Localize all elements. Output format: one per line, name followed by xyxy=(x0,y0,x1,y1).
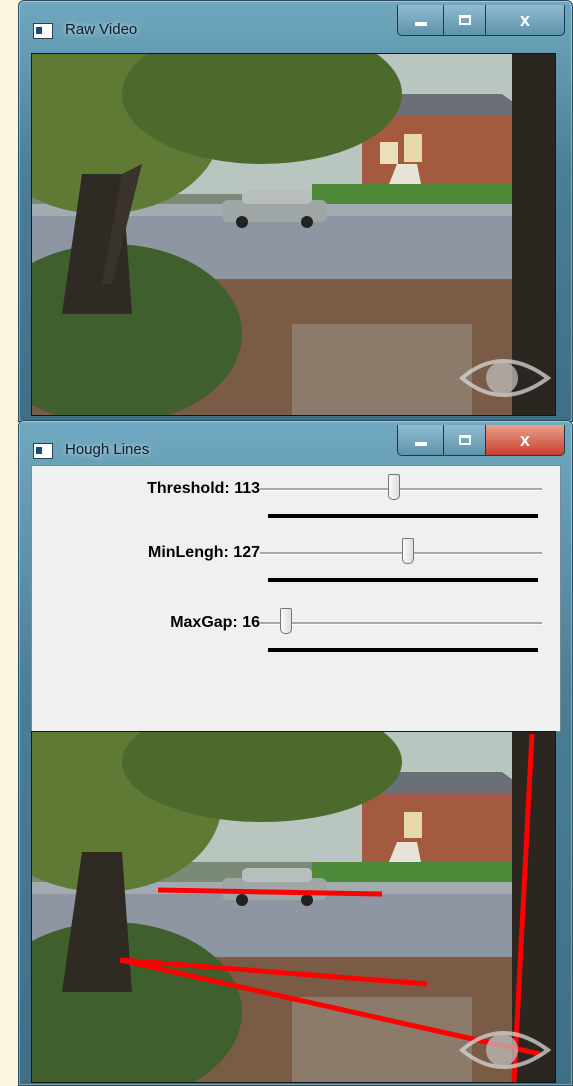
trackbar-label: Threshold: 113 xyxy=(147,480,260,497)
hough-video-frame xyxy=(31,731,556,1083)
raw-video-frame xyxy=(31,53,556,416)
minimize-icon xyxy=(415,22,427,26)
street-scene-lines-image xyxy=(32,732,555,1082)
raw-video-window: Raw Video x xyxy=(18,0,573,422)
slider-track[interactable] xyxy=(260,488,542,491)
trackbar-label: MaxGap: 16 xyxy=(170,614,260,631)
minimize-icon xyxy=(415,442,427,446)
slider-track[interactable] xyxy=(260,622,542,625)
maximize-icon xyxy=(459,435,471,445)
trackbar-panel: Threshold: 113 MinLengh: 127 MaxGap: 16 xyxy=(31,465,561,732)
maximize-button[interactable] xyxy=(443,425,487,456)
trackbar-maxgap: MaxGap: 16 xyxy=(32,604,560,664)
hough-lines-titlebar[interactable]: Hough Lines x xyxy=(19,421,572,465)
close-button[interactable]: x xyxy=(485,425,565,456)
close-button[interactable]: x xyxy=(485,5,565,36)
maximize-icon xyxy=(459,15,471,25)
slider-underline xyxy=(268,648,538,652)
maximize-button[interactable] xyxy=(443,5,487,36)
app-window-icon xyxy=(33,443,53,459)
window-title: Raw Video xyxy=(65,21,138,38)
minimize-button[interactable] xyxy=(397,425,445,456)
hough-lines-window: Hough Lines x Threshold: 113 MinLengh: 1… xyxy=(18,420,573,1086)
slider-underline xyxy=(268,578,538,582)
window-title: Hough Lines xyxy=(65,441,150,458)
minimize-button[interactable] xyxy=(397,5,445,36)
trackbar-threshold: Threshold: 113 xyxy=(32,470,560,530)
slider-thumb[interactable] xyxy=(280,608,293,634)
trackbar-label: MinLengh: 127 xyxy=(147,544,260,561)
slider-thumb[interactable] xyxy=(387,474,400,500)
street-scene-image xyxy=(32,54,555,415)
app-window-icon xyxy=(33,23,53,39)
slider-thumb[interactable] xyxy=(401,538,414,564)
raw-video-titlebar[interactable]: Raw Video x xyxy=(19,1,572,45)
close-icon: x xyxy=(519,10,530,30)
close-icon: x xyxy=(519,430,530,450)
trackbar-minlength: MinLengh: 127 xyxy=(32,534,560,594)
slider-underline xyxy=(268,514,538,518)
